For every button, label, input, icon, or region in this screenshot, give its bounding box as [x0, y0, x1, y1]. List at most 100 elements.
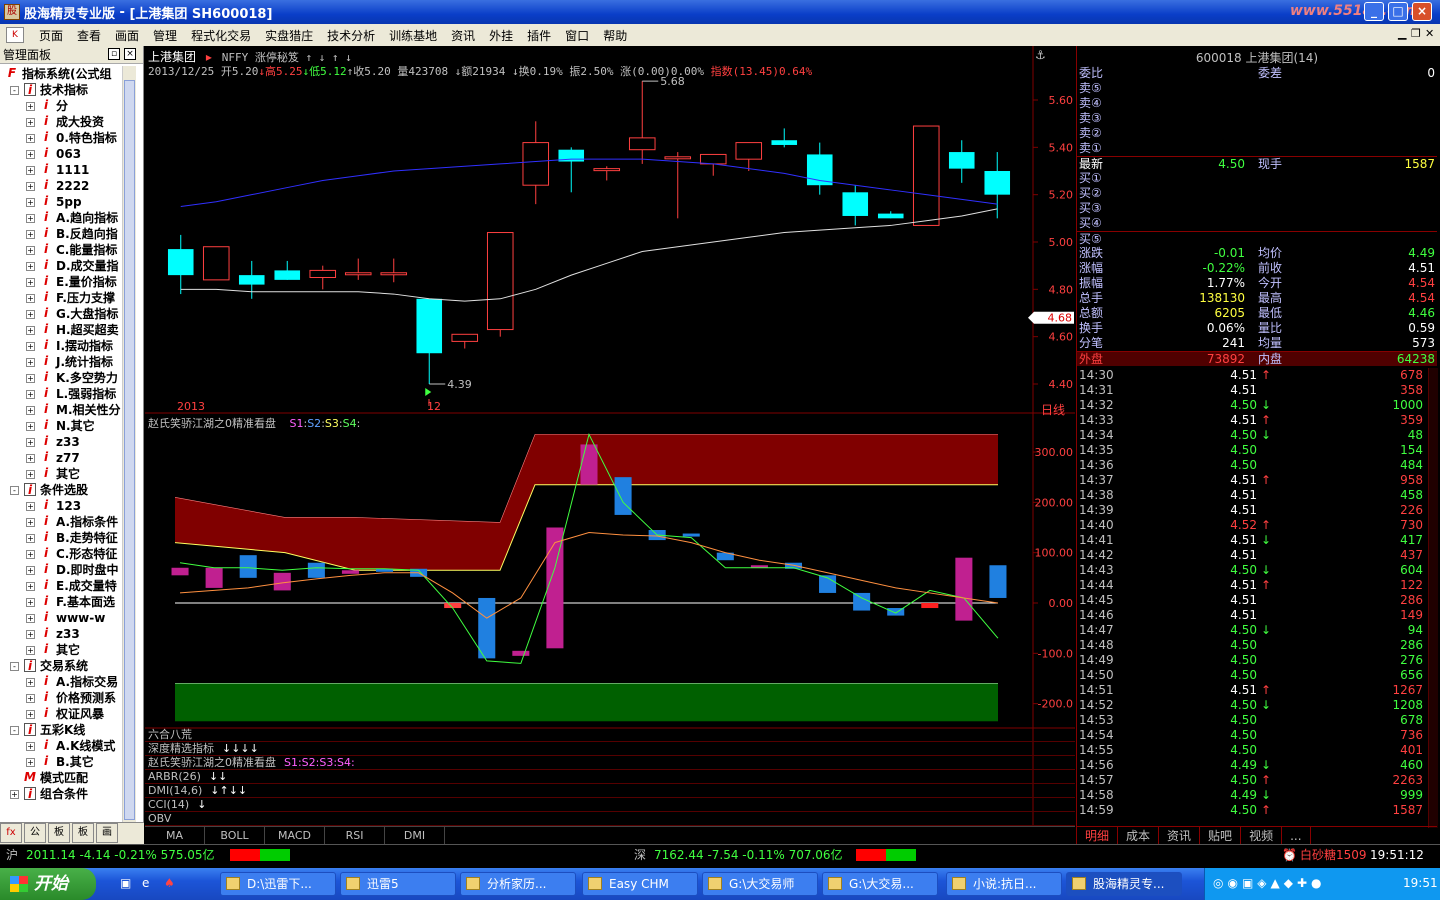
menu-news[interactable]: 资讯 [444, 27, 482, 44]
candle-body[interactable] [948, 152, 975, 169]
indicator-bar[interactable] [682, 533, 700, 537]
mdi-restore-icon[interactable]: ❐ [1411, 27, 1421, 40]
tree-item[interactable]: + i M.相关性分 [0, 402, 122, 418]
tree-item[interactable]: + i E.成交量特 [0, 578, 122, 594]
tree-item[interactable]: + i A.趋向指标 [0, 210, 122, 226]
tree-item[interactable]: - i 五彩K线 [0, 722, 122, 738]
expand-icon[interactable]: + [26, 742, 35, 751]
taskbar-item[interactable]: G:\大交易... [822, 872, 938, 896]
expand-icon[interactable]: + [26, 710, 35, 719]
quote-tab[interactable]: 资讯 [1159, 827, 1201, 844]
expand-icon[interactable]: + [26, 150, 35, 159]
indicator-tab-ma[interactable]: MA [145, 827, 205, 844]
tick-scrollbar[interactable] [1428, 368, 1438, 828]
tree-item[interactable]: + i D.即时盘中 [0, 562, 122, 578]
tree-item[interactable]: + i C.能量指标 [0, 242, 122, 258]
candle-body[interactable] [699, 153, 727, 165]
tree-scrollbar[interactable] [122, 66, 136, 844]
expand-icon[interactable]: + [26, 326, 35, 335]
tree-item[interactable]: + i z77 [0, 450, 122, 466]
panel-tab-board2[interactable]: 板 [72, 823, 94, 843]
menu-page[interactable]: 页面 [32, 27, 70, 44]
expand-icon[interactable]: + [26, 566, 35, 575]
taskbar-item[interactable]: 股海精灵专... [1066, 872, 1182, 896]
expand-icon[interactable]: + [26, 294, 35, 303]
tree-item[interactable]: + i 123 [0, 498, 122, 514]
quote-tab[interactable]: 明细 [1077, 827, 1119, 844]
tree-item[interactable]: + i A.K线模式 [0, 738, 122, 754]
chart-svg[interactable]: 5.605.405.205.004.804.604.404.685.684.39… [145, 46, 1075, 844]
expand-icon[interactable]: + [26, 262, 35, 271]
tree-item[interactable]: + i 063 [0, 146, 122, 162]
quote-tab[interactable]: 成本 [1118, 827, 1160, 844]
indicator-bar[interactable] [239, 555, 257, 578]
period-label[interactable]: 日线 [1041, 401, 1065, 418]
tree-item[interactable]: - i 交易系统 [0, 658, 122, 674]
taskbar-item[interactable]: 迅雷5 [340, 872, 456, 896]
menu-screen[interactable]: 画面 [108, 27, 146, 44]
tree-item[interactable]: + i K.多空势力 [0, 370, 122, 386]
candle-body[interactable] [344, 272, 372, 276]
collapse-icon[interactable]: - [10, 726, 19, 735]
panel-pin-icon[interactable]: ▫ [108, 48, 120, 60]
collapse-icon[interactable]: - [10, 662, 19, 671]
indicator-tab-boll[interactable]: BOLL [205, 827, 265, 844]
panel-tab-formula[interactable]: fx [0, 823, 22, 843]
expand-icon[interactable]: + [26, 454, 35, 463]
candle-body[interactable] [274, 270, 301, 280]
expand-icon[interactable]: + [26, 422, 35, 431]
expand-icon[interactable]: + [26, 614, 35, 623]
expand-icon[interactable]: + [26, 182, 35, 191]
panel-tab-public[interactable]: 公 [24, 823, 46, 843]
indicator-bar[interactable] [273, 572, 291, 591]
menu-view[interactable]: 查看 [70, 27, 108, 44]
indicator-bar[interactable] [444, 603, 462, 609]
quicklaunch-ie-icon[interactable]: e [142, 876, 149, 890]
menu-live[interactable]: 实盘猎庄 [258, 27, 320, 44]
expand-icon[interactable]: + [26, 166, 35, 175]
tree-item[interactable]: + i C.形态特征 [0, 546, 122, 562]
tree-item[interactable]: + i 其它 [0, 466, 122, 482]
tree-item[interactable]: + i z33 [0, 434, 122, 450]
taskbar-item[interactable]: 小说:抗日... [946, 872, 1062, 896]
candle-body[interactable] [238, 275, 265, 285]
tree-item[interactable]: + i B.走势特征 [0, 530, 122, 546]
tree-item[interactable]: F 指标系统(公式组 [0, 66, 122, 82]
candle-body[interactable] [486, 232, 514, 331]
tree-item[interactable]: + i 1111 [0, 162, 122, 178]
tree-item[interactable]: + i E.量价指标 [0, 274, 122, 290]
chart-app-icon[interactable]: K [6, 27, 24, 43]
tree-item[interactable]: + i F.基本面选 [0, 594, 122, 610]
taskbar-item[interactable]: D:\迅雷下... [220, 872, 336, 896]
maximize-button[interactable]: □ [1388, 2, 1408, 21]
indicator-tab-rsi[interactable]: RSI [325, 827, 385, 844]
expand-icon[interactable]: + [26, 694, 35, 703]
indicator-tab-dmi[interactable]: DMI [385, 827, 445, 844]
tree-item[interactable]: + i B.其它 [0, 754, 122, 770]
chart-area[interactable]: 5.60 5.40 5.20 5.00 4.80 4.60 4.40 4.68 5.68 4.39… [145, 46, 1075, 844]
indicator-bar[interactable] [205, 567, 223, 588]
expand-icon[interactable]: + [26, 278, 35, 287]
candle-body[interactable] [664, 156, 692, 160]
tree-item[interactable]: + i G.大盘指标 [0, 306, 122, 322]
expand-icon[interactable]: + [26, 358, 35, 367]
tree-item[interactable]: + i 5pp [0, 194, 122, 210]
candle-body[interactable] [842, 192, 869, 216]
indicator-bar[interactable] [955, 557, 973, 621]
indicator-bar[interactable] [921, 603, 939, 609]
tree-item[interactable]: + i D.成交量指 [0, 258, 122, 274]
tree-item[interactable]: + i 其它 [0, 642, 122, 658]
close-button[interactable]: × [1412, 2, 1432, 21]
expand-icon[interactable]: + [26, 646, 35, 655]
candle-body[interactable] [451, 333, 479, 342]
taskbar-item[interactable]: G:\大交易师 [702, 872, 818, 896]
sub-indicator-row[interactable]: CCI(14) ↓ [145, 798, 1075, 812]
expand-icon[interactable]: + [26, 630, 35, 639]
scroll-thumb[interactable] [124, 80, 135, 820]
tree-item[interactable]: + i A.指标条件 [0, 514, 122, 530]
menu-help[interactable]: 帮助 [596, 27, 634, 44]
expand-icon[interactable]: + [26, 598, 35, 607]
indicator-bar[interactable] [512, 650, 530, 656]
candle-body[interactable] [771, 140, 798, 145]
collapse-icon[interactable]: - [10, 486, 19, 495]
